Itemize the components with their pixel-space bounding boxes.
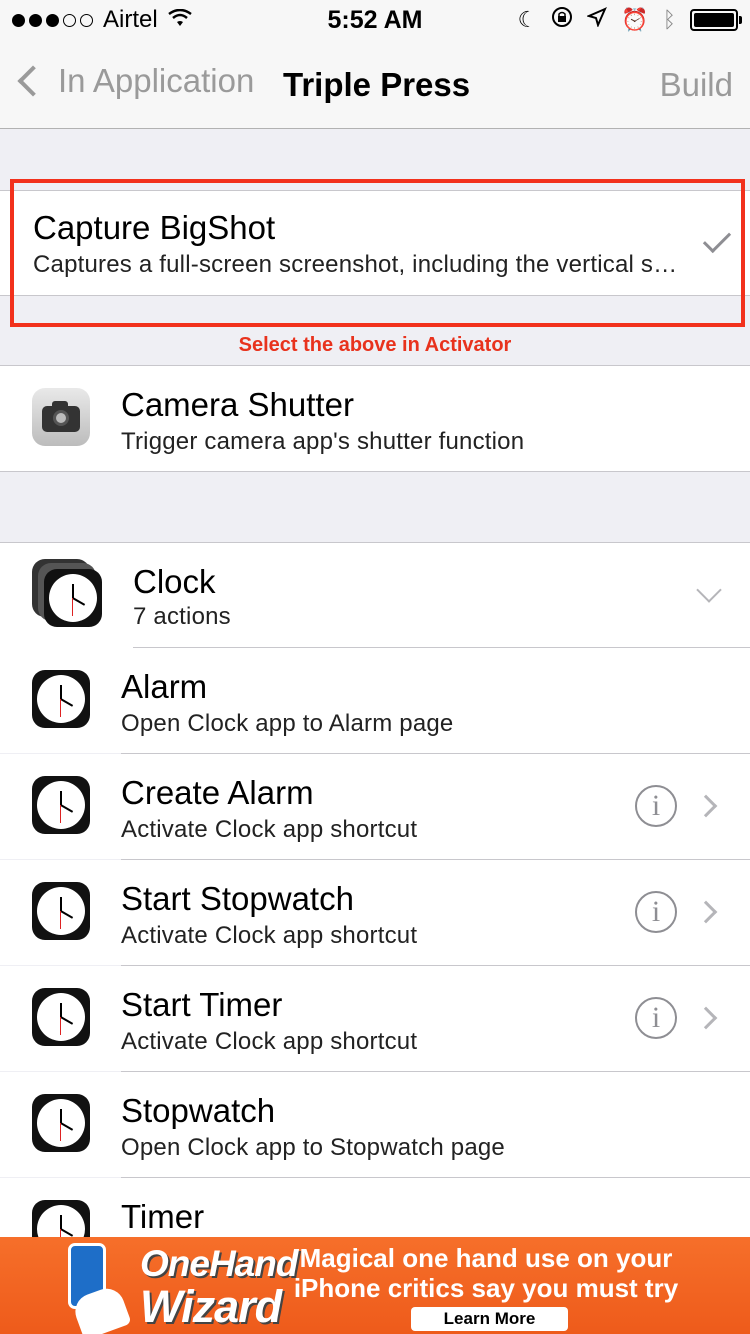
clock-app-icon — [32, 1200, 90, 1237]
action-subtitle: Activate Clock app shortcut — [121, 1028, 418, 1055]
annotation-hint: Select the above in Activator — [238, 334, 512, 356]
action-subtitle: Trigger camera app's shutter function — [121, 428, 525, 455]
action-title: Create Alarm — [121, 774, 314, 811]
battery-icon — [690, 9, 742, 31]
status-bar: Airtel 5:52 AM ☾ ⏰ ᛒ — [0, 0, 750, 40]
clock-app-icon — [32, 670, 90, 728]
chevron-down-icon[interactable] — [696, 577, 722, 603]
build-button[interactable]: Build — [660, 66, 733, 104]
clock-app-icon — [32, 1094, 90, 1152]
action-subtitle: Activate Clock app shortcut — [121, 816, 418, 843]
chevron-right-icon — [694, 794, 718, 818]
action-row-stopwatch[interactable]: Stopwatch Open Clock app to Stopwatch pa… — [0, 1072, 750, 1177]
navigation-bar: In Application Triple Press Build — [0, 40, 750, 129]
action-title: Timer — [121, 1198, 205, 1235]
clock-app-icon — [32, 882, 90, 940]
info-icon[interactable]: i — [635, 891, 677, 933]
row-separator — [0, 471, 750, 472]
action-title: Start Timer — [121, 986, 283, 1023]
action-row-create-alarm[interactable]: Create Alarm Activate Clock app shortcut… — [0, 754, 750, 859]
bluetooth-icon: ᛒ — [662, 7, 676, 32]
action-row-start-stopwatch[interactable]: Start Stopwatch Activate Clock app short… — [0, 860, 750, 965]
rotation-lock-icon — [551, 6, 573, 34]
chevron-right-icon — [694, 1006, 718, 1030]
action-subtitle: Open Clock app to Stopwatch page — [121, 1134, 505, 1161]
action-subtitle: Open Clock app to Alarm page — [121, 710, 454, 737]
action-row-start-timer[interactable]: Start Timer Activate Clock app shortcut … — [0, 966, 750, 1071]
group-subtitle: 7 actions — [133, 603, 231, 630]
action-title: Stopwatch — [121, 1092, 276, 1129]
camera-app-icon — [32, 388, 90, 446]
back-button[interactable]: In Application — [14, 62, 254, 100]
chevron-left-icon — [17, 65, 49, 97]
chevron-right-icon — [694, 900, 718, 924]
action-row-timer[interactable]: Timer — [0, 1178, 750, 1237]
clock-app-icon — [44, 569, 102, 627]
action-title: Camera Shutter — [121, 386, 354, 423]
alarm-icon: ⏰ — [621, 7, 649, 32]
highlight-box — [10, 179, 745, 327]
clock-app-icon — [32, 776, 90, 834]
ad-brand-line1: OneHand — [140, 1243, 298, 1284]
group-row-clock[interactable]: Clock 7 actions — [0, 543, 750, 648]
moon-icon: ☾ — [517, 7, 538, 32]
ad-banner[interactable]: OneHand Wizard Magical one hand use on y… — [0, 1237, 750, 1334]
ad-brand-line2: Wizard — [140, 1281, 282, 1332]
action-row-alarm[interactable]: Alarm Open Clock app to Alarm page — [0, 648, 750, 753]
back-label: In Application — [58, 62, 255, 99]
status-icons: ☾ ⏰ ᛒ — [517, 6, 742, 34]
action-title: Start Stopwatch — [121, 880, 354, 917]
location-icon — [586, 7, 608, 33]
ad-headline-line2: iPhone critics say you must try — [293, 1273, 679, 1303]
info-icon[interactable]: i — [635, 997, 677, 1039]
learn-more-button[interactable]: Learn More — [411, 1307, 568, 1331]
action-row-camera-shutter[interactable]: Camera Shutter Trigger camera app's shut… — [0, 366, 750, 471]
action-title: Alarm — [121, 668, 208, 705]
ad-headline-line1: Magical one hand use on your — [299, 1243, 673, 1273]
page-title: Triple Press — [283, 66, 471, 103]
info-icon[interactable]: i — [635, 785, 677, 827]
group-title: Clock — [133, 563, 216, 600]
clock-app-icon — [32, 988, 90, 1046]
action-subtitle: Activate Clock app shortcut — [121, 922, 418, 949]
